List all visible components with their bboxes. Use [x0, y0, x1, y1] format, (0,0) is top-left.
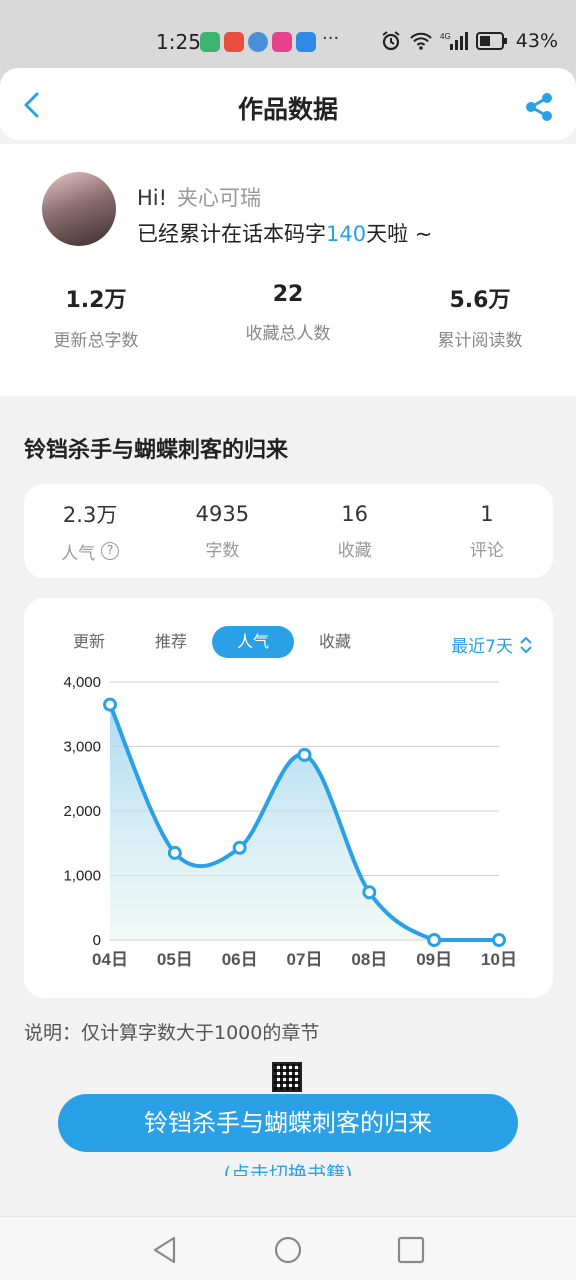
book-stat-label: 评论	[469, 540, 504, 561]
signal-icon: 4G	[440, 32, 468, 50]
x-tick-label: 10日	[481, 950, 517, 969]
qr-code-icon	[272, 1062, 302, 1092]
book-stat-favorites: 16 收藏	[289, 502, 421, 561]
system-nav-bar	[0, 1216, 576, 1280]
x-tick-label: 08日	[351, 950, 387, 969]
profile-stats: 1.2万更新总字数 22 收藏总人数 5.6万累计阅读数	[0, 282, 576, 351]
tab-popularity[interactable]: 人气	[212, 626, 294, 658]
stat-total-words: 1.2万更新总字数	[0, 282, 192, 351]
x-tick-label: 09日	[416, 950, 452, 969]
writing-days: 140	[326, 222, 367, 246]
chart-tabs: 更新 推荐 人气 收藏	[48, 626, 376, 658]
x-tick-label: 04日	[92, 950, 128, 969]
battery-icon	[475, 32, 507, 50]
page-title: 作品数据	[237, 95, 338, 124]
nickname: 夹心可瑞	[177, 186, 262, 210]
book-stat-comments: 1 评论	[421, 502, 553, 561]
video-app-icon	[272, 32, 292, 52]
writing-summary: 已经累计在话本码字140天啦 ~	[137, 218, 432, 248]
y-tick-label: 2,000	[63, 803, 101, 820]
book-stat-label: 字数	[205, 540, 240, 561]
greeting-hi: Hi!	[137, 186, 168, 210]
data-point[interactable]	[492, 933, 506, 947]
book-stats-card: 2.3万人气? 4935 字数 16 收藏 1 评论	[24, 484, 553, 578]
tab-favorites[interactable]: 收藏	[294, 626, 376, 658]
book-stat-value: 16	[341, 501, 368, 526]
popularity-chart: 4,000 3,000 2,000 1,000 004日 05日 06日 07日 08日 09日 1…	[63, 674, 517, 969]
nav-recents-icon[interactable]	[396, 1235, 426, 1265]
range-select[interactable]: 最近7天	[451, 632, 533, 657]
book-stat-value: 2.3万	[62, 502, 118, 527]
data-point[interactable]	[362, 885, 377, 900]
switch-book-button[interactable]: 铃铛杀手与蝴蝶刺客的归来	[58, 1094, 518, 1152]
book-stat-value: 1	[480, 501, 494, 526]
y-tick-label: 3,000	[63, 739, 101, 756]
stat-value: 5.6万	[449, 288, 511, 313]
app-notification-icon	[200, 32, 220, 52]
data-point[interactable]	[167, 845, 182, 860]
series-area	[110, 704, 499, 940]
cloud-app-icon	[296, 32, 316, 52]
battery-percent: 43%	[515, 30, 558, 52]
data-point[interactable]	[427, 933, 442, 947]
network-type: 4G	[440, 32, 451, 41]
book-stat-label: 人气	[61, 543, 96, 564]
alarm-icon	[382, 31, 400, 51]
summary-suffix: 天啦 ~	[366, 222, 433, 246]
up-down-chevron-icon	[520, 636, 532, 653]
weibo-icon	[224, 32, 244, 52]
stat-value: 1.2万	[65, 288, 127, 313]
stat-label: 收藏总人数	[245, 324, 331, 344]
help-icon[interactable]: ?	[101, 542, 120, 560]
data-point[interactable]	[103, 697, 117, 712]
tab-updates[interactable]: 更新	[48, 626, 130, 658]
tab-recommend[interactable]: 推荐	[130, 626, 212, 658]
stat-value: 22	[272, 282, 304, 307]
data-point[interactable]	[232, 840, 247, 855]
range-label: 最近7天	[451, 637, 513, 657]
share-button[interactable]	[524, 92, 554, 122]
status-right: 4G 43%	[380, 30, 558, 52]
status-time: 1:25	[156, 30, 201, 54]
data-point[interactable]	[297, 747, 312, 762]
x-tick-label: 07日	[287, 950, 323, 969]
stat-label: 更新总字数	[53, 331, 139, 351]
greeting: Hi! 夹心可瑞	[137, 182, 261, 212]
summary-prefix: 已经累计在话本码字	[137, 222, 326, 246]
book-title: 铃铛杀手与蝴蝶刺客的归来	[24, 438, 289, 463]
nav-home-icon[interactable]	[273, 1235, 303, 1265]
book-stat-value: 4935	[195, 501, 250, 526]
chart-card: 更新 推荐 人气 收藏 最近7天 4,000 3,000 2,000 1,000 0 04…	[24, 598, 553, 998]
stat-label: 累计阅读数	[437, 331, 523, 351]
y-tick-label: 0	[93, 932, 101, 949]
x-tick-label: 05日	[157, 950, 193, 969]
note-text: 说明：仅计算字数大于1000的章节	[24, 1022, 320, 1044]
wifi-icon	[410, 32, 432, 50]
book-stat-words: 4935 字数	[156, 502, 288, 561]
avatar[interactable]	[42, 172, 116, 246]
x-tick-label: 06日	[222, 950, 258, 969]
switch-book-hint[interactable]: (点击切换书籍)	[0, 1160, 576, 1176]
nav-back-icon[interactable]	[150, 1235, 180, 1265]
browser-icon	[248, 32, 268, 52]
book-stat-label-row: 人气?	[24, 539, 156, 564]
app-header: 作品数据	[0, 68, 576, 140]
stat-total-reads: 5.6万累计阅读数	[384, 282, 576, 351]
y-tick-label: 4,000	[63, 674, 101, 691]
status-app-icons	[200, 32, 316, 52]
y-tick-label: 1,000	[63, 868, 101, 885]
profile-card: Hi! 夹心可瑞 已经累计在话本码字140天啦 ~ 1.2万更新总字数 22 收藏总…	[0, 144, 576, 396]
book-stat-popularity: 2.3万人气?	[24, 499, 156, 564]
book-stat-label: 收藏	[337, 540, 372, 561]
stat-total-favorites: 22 收藏总人数	[192, 282, 384, 351]
status-more-icon: ···	[322, 28, 340, 49]
